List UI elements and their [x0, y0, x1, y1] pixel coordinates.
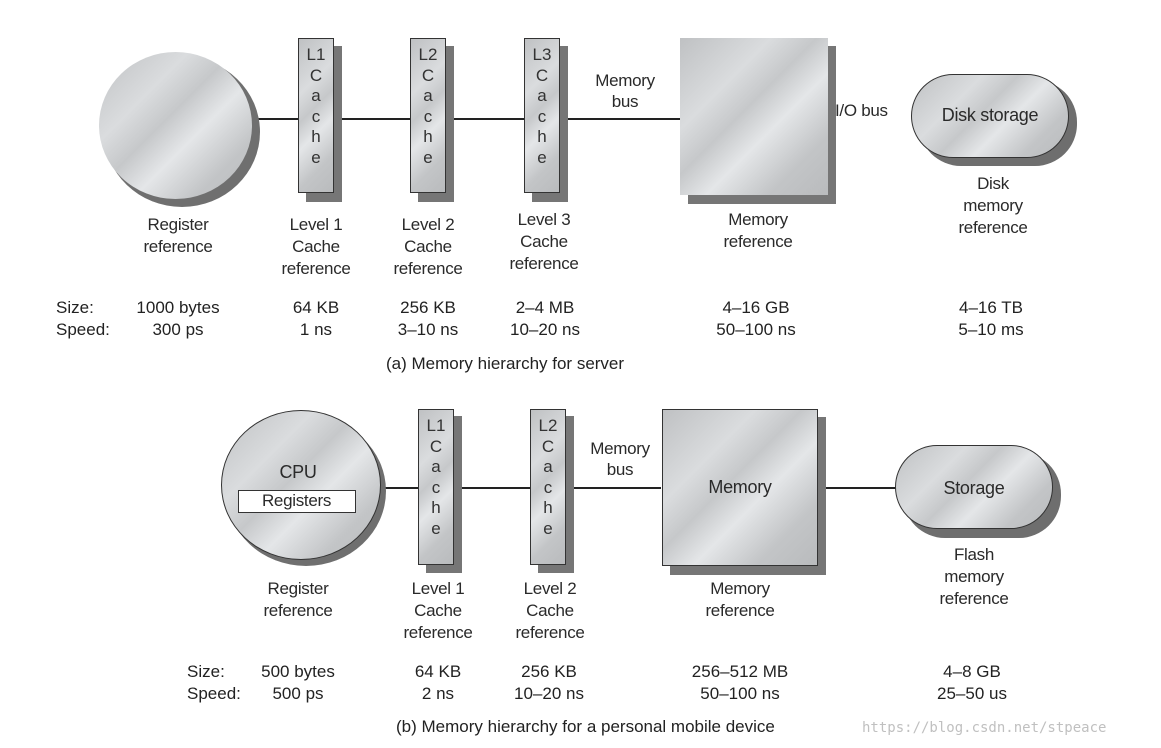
speed-row-label: Speed:	[56, 320, 110, 339]
memory-bus-label: Memory bus	[590, 439, 650, 479]
l2-cache-box: L2 C a c h e	[530, 409, 566, 565]
l1-size: 64 KB	[414, 662, 462, 681]
l2-cache-box: L2 C a c h e	[410, 38, 446, 193]
memory-bus-label: Memory bus	[595, 71, 655, 111]
memory-reference-label: Memory reference	[723, 210, 793, 251]
l1-speed: 1 ns	[299, 320, 333, 339]
memory-speed: 50–100 ns	[716, 320, 796, 339]
l2-speed: 3–10 ns	[397, 320, 459, 339]
register-reference-label: Register reference	[143, 215, 213, 256]
connector-memory-storage	[826, 487, 898, 489]
memory-bus-line	[569, 487, 661, 489]
memory-size: 4–16 GB	[722, 298, 790, 317]
memory-size: 256–512 MB	[691, 662, 789, 681]
cpu-label: CPU	[279, 462, 317, 482]
register-speed: 500 ps	[272, 684, 324, 703]
registers-label: Registers	[261, 491, 332, 510]
disk-size: 4–16 TB	[959, 298, 1023, 317]
l2-size: 256 KB	[400, 298, 456, 317]
connector-l1-l2	[456, 487, 532, 489]
register-size: 1000 bytes	[136, 298, 220, 317]
watermark: https://blog.csdn.net/stpeace	[862, 720, 1107, 736]
l1-size: 64 KB	[292, 298, 340, 317]
register-reference-label: Register reference	[263, 579, 333, 620]
caption-a: (a) Memory hierarchy for server	[386, 354, 625, 373]
l3-reference-label: Level 3 Cache reference	[509, 210, 579, 273]
l3-speed: 10–20 ns	[510, 320, 580, 339]
disk-reference-label: Disk memory reference	[958, 174, 1028, 237]
caption-b: (b) Memory hierarchy for a personal mobi…	[396, 717, 775, 736]
size-row-label: Size:	[187, 662, 225, 681]
l1-cache-label: L1 C a c h e	[426, 416, 446, 538]
l2-cache-label: L2 C a c h e	[538, 416, 558, 538]
l3-size: 2–4 MB	[515, 298, 575, 317]
l3-cache-box: L3 C a c h e	[524, 38, 560, 193]
registers-box: Registers	[238, 490, 356, 513]
size-row-label: Size:	[56, 298, 94, 317]
register-speed: 300 ps	[152, 320, 204, 339]
memory-box	[680, 38, 828, 195]
l2-reference-label: Level 2 Cache reference	[393, 215, 463, 278]
connector-l2-l3	[446, 118, 524, 120]
storage-reference-label: Flash memory reference	[939, 545, 1009, 608]
l3-cache-label: L3 C a c h e	[532, 45, 552, 167]
l2-size: 256 KB	[521, 662, 577, 681]
l1-cache-box: L1 C a c h e	[298, 38, 334, 193]
l2-cache-label: L2 C a c h e	[418, 45, 438, 167]
register-size: 500 bytes	[261, 662, 335, 681]
memory-speed: 50–100 ns	[700, 684, 780, 703]
disk-storage-label: Disk storage	[941, 105, 1039, 125]
storage-speed: 25–50 us	[937, 684, 1007, 703]
register-circle	[99, 52, 252, 199]
l2-speed: 10–20 ns	[514, 684, 584, 703]
connector-l1-l2	[334, 118, 410, 120]
disk-speed: 5–10 ms	[958, 320, 1024, 339]
l1-speed: 2 ns	[421, 684, 455, 703]
l1-reference-label: Level 1 Cache reference	[403, 579, 473, 642]
l1-reference-label: Level 1 Cache reference	[281, 215, 351, 278]
l1-cache-label: L1 C a c h e	[306, 45, 326, 167]
memory-bus-line	[561, 118, 681, 120]
memory-reference-label: Memory reference	[705, 579, 775, 620]
storage-size: 4–8 GB	[943, 662, 1001, 681]
io-bus-label: I/O bus	[835, 101, 888, 120]
memory-label: Memory	[708, 477, 772, 497]
cpu-circle	[221, 410, 381, 560]
l2-reference-label: Level 2 Cache reference	[515, 579, 585, 642]
connector-cpu-l1	[382, 487, 418, 489]
storage-label: Storage	[943, 478, 1005, 498]
speed-row-label: Speed:	[187, 684, 241, 703]
l1-cache-box: L1 C a c h e	[418, 409, 454, 565]
